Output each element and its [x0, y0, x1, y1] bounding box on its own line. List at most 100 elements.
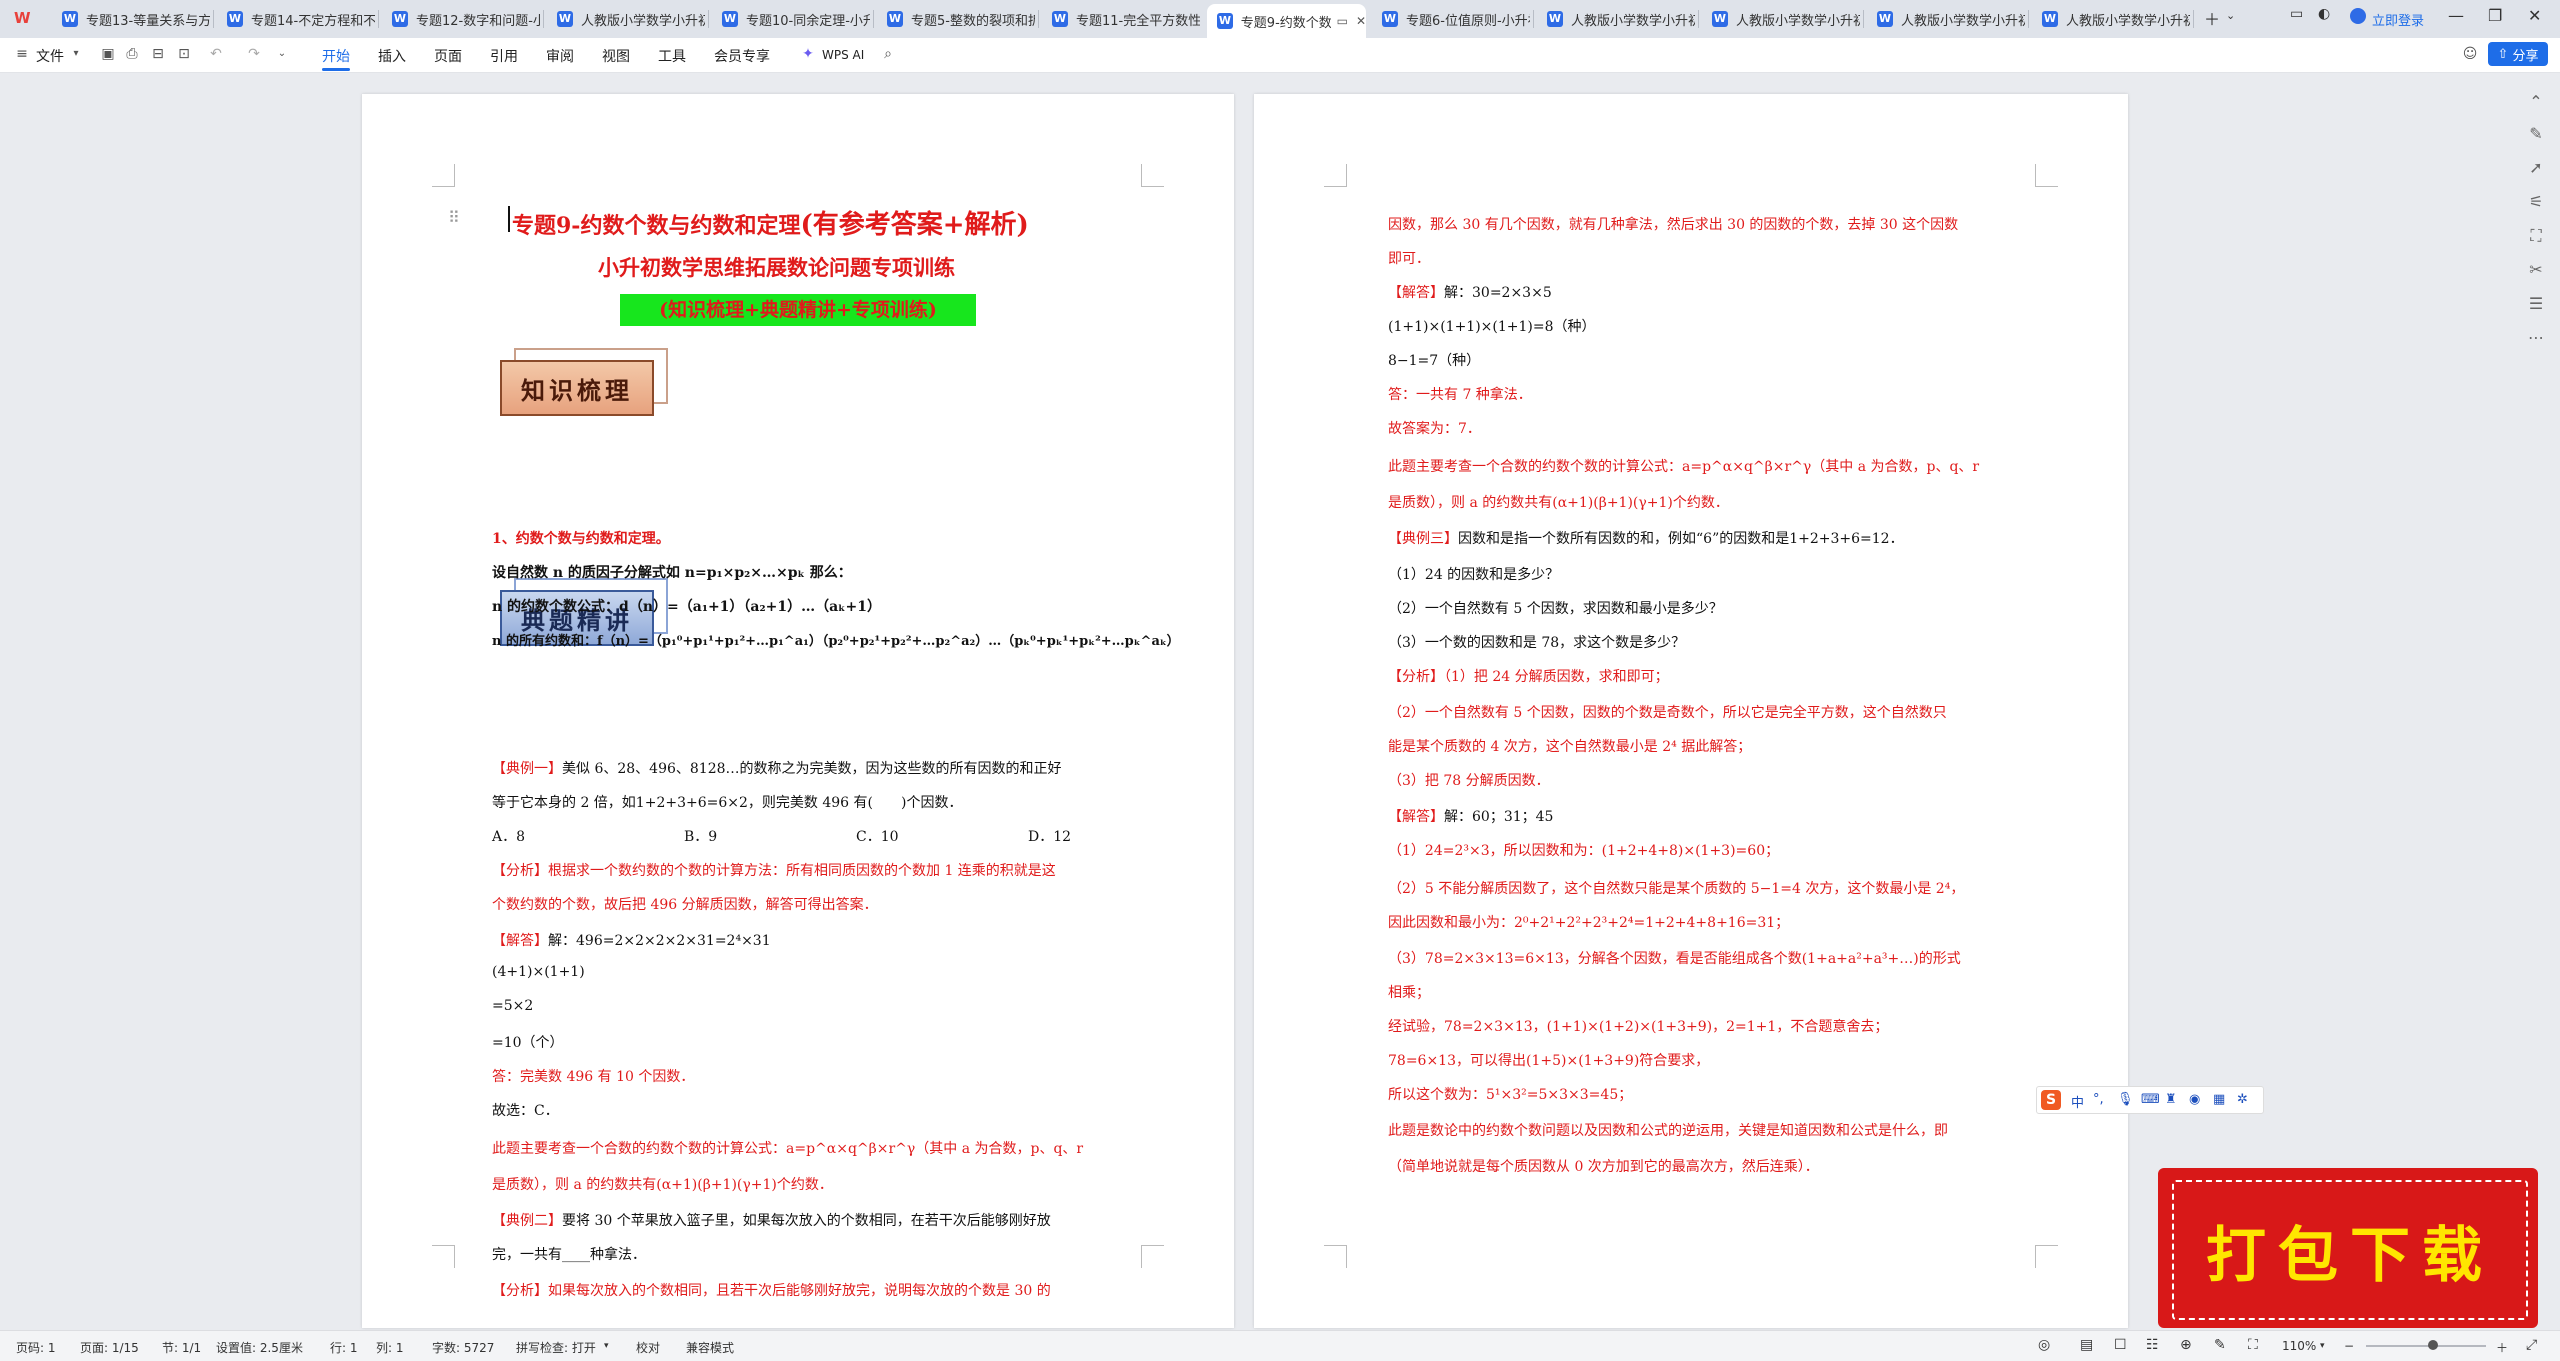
tab-separator — [1863, 10, 1864, 28]
read-mode-icon[interactable]: ▤ — [2080, 1337, 2093, 1353]
new-tab-icon[interactable]: ＋ — [2204, 6, 2220, 30]
file-menu-chevron-icon[interactable]: ▾ — [68, 46, 84, 62]
active-tab-underline — [322, 68, 350, 71]
text-line: （1）24 的因数和是多少？ — [1388, 567, 1560, 583]
spell-chevron-icon[interactable]: ▾ — [604, 1341, 609, 1351]
microphone-icon[interactable]: 🎙 — [2117, 1092, 2134, 1107]
print-icon[interactable]: ⊟ — [150, 46, 166, 62]
ime-punct[interactable]: °, — [2093, 1092, 2104, 1107]
format-settings-icon[interactable]: ⚟ — [2526, 192, 2546, 212]
text-line: n 的所有约数和：f（n）=（p₁⁰+p₁¹+p₁²+…p₁^a₁）（p₂⁰+p… — [492, 634, 1180, 649]
tab-12[interactable]: W 人教版小学数学小升初 — [1867, 4, 2026, 34]
hamburger-menu-icon[interactable]: ≡ — [14, 46, 30, 62]
fit-page-icon[interactable]: ⛶ — [2248, 1337, 2258, 1353]
settings-icon[interactable]: ✲ — [2237, 1092, 2248, 1107]
tab-2[interactable]: W 专题14-不定方程和不 — [217, 4, 376, 34]
tab-7[interactable]: W 专题11-完全平方数性 — [1042, 4, 1201, 34]
edit-pen-icon[interactable]: ✎ — [2526, 124, 2546, 144]
text-line: D．12 — [1028, 829, 1072, 845]
export-pdf-icon[interactable]: ⎙ — [124, 46, 140, 62]
status-word-count[interactable]: 字数: 5727 — [432, 1339, 494, 1356]
menu-item[interactable]: 页面 — [434, 46, 462, 66]
right-sidebar: ⌃ ✎ ➚ ⚟ ⛶ ✂ ☰ ⋯ — [2512, 72, 2560, 1322]
zoom-out-icon[interactable]: − — [2344, 1339, 2354, 1353]
tab-13[interactable]: W 人教版小学数学小升初 — [2032, 4, 2191, 34]
tab-3[interactable]: W 专题12-数字和问题-小 — [382, 4, 541, 34]
document-icon[interactable]: ☰ — [2526, 294, 2546, 314]
ime-mode[interactable]: 中 — [2071, 1092, 2084, 1111]
outline-view-icon[interactable]: ☷ — [2146, 1337, 2159, 1353]
tab-6[interactable]: W 专题5-整数的裂项和拆 — [877, 4, 1036, 34]
close-tab-icon[interactable]: ✕ — [1356, 14, 1366, 28]
tab-8[interactable]: W 专题9-约数个数 ▭ ✕ — [1207, 4, 1366, 38]
status-col[interactable]: 列: 1 — [376, 1339, 404, 1356]
wps-logo-icon[interactable]: W — [14, 9, 36, 29]
undo-icon[interactable]: ↶ — [208, 46, 224, 62]
text-line: (1+1)×(1+1)×(1+1)=8（种） — [1388, 319, 1596, 335]
menu-item[interactable]: 开始 — [322, 46, 350, 66]
tab-5[interactable]: W 专题10-同余定理-小升 — [712, 4, 871, 34]
tab-9[interactable]: W 专题6-位值原则-小升初 — [1372, 4, 1531, 34]
game-icon[interactable]: ◉ — [2189, 1092, 2200, 1107]
page-view-icon[interactable]: ☐ — [2114, 1337, 2127, 1353]
share-button[interactable]: ⇧ 分享 — [2488, 42, 2548, 66]
skin-shirt-icon[interactable]: ♜ — [2165, 1092, 2177, 1107]
skin-icon[interactable]: ◐ — [2318, 6, 2330, 22]
tab-11[interactable]: W 人教版小学数学小升初 — [1702, 4, 1861, 34]
eye-protection-icon[interactable]: ◎ — [2038, 1337, 2050, 1353]
wps-ai-button[interactable]: WPS AI — [822, 48, 864, 62]
menu-item[interactable]: 视图 — [602, 46, 630, 66]
toolbox-icon[interactable]: ▦ — [2213, 1092, 2225, 1107]
menu-item[interactable]: 审阅 — [546, 46, 574, 66]
tab-10[interactable]: W 人教版小学数学小升初 — [1537, 4, 1696, 34]
wps-ai-icon[interactable]: ✦ — [800, 46, 816, 62]
status-compat: 兼容模式 — [686, 1341, 735, 1355]
zoom-chevron-icon[interactable]: ▾ — [2320, 1341, 2325, 1351]
minimize-icon[interactable]: — — [2448, 6, 2464, 25]
window-layout-icon[interactable]: ▭ — [2290, 6, 2303, 22]
fullscreen-icon[interactable]: ⤢ — [2526, 1337, 2537, 1353]
collapse-sidebar-icon: ⌃ — [2529, 92, 2543, 111]
status-row[interactable]: 行: 1 — [330, 1339, 358, 1356]
zoom-level[interactable]: 110% — [2282, 1339, 2316, 1353]
menu-item[interactable]: 插入 — [378, 46, 406, 66]
restore-icon[interactable]: ❐ — [2488, 6, 2502, 25]
status-page[interactable]: 页面: 1/15 — [80, 1339, 139, 1356]
web-view-icon[interactable]: ⊕ — [2180, 1337, 2192, 1353]
menu-item[interactable]: 会员专享 — [714, 46, 770, 66]
save-icon[interactable]: ▣ — [100, 46, 116, 62]
status-spell-check[interactable]: 拼写检查: 打开 — [516, 1339, 596, 1356]
zoom-in-icon[interactable]: ＋ — [2496, 1339, 2508, 1356]
image-tools-icon[interactable]: ⛶ — [2526, 226, 2546, 246]
file-menu[interactable]: 文件 — [36, 46, 64, 66]
more-icon[interactable]: ⋯ — [2526, 328, 2546, 348]
select-cursor-icon[interactable]: ➚ — [2526, 158, 2546, 178]
write-mode-icon[interactable]: ✎ — [2214, 1337, 2226, 1353]
close-window-icon[interactable]: ✕ — [2528, 6, 2541, 25]
tab-4[interactable]: W 人教版小学数学小升初 — [547, 4, 706, 34]
status-proof[interactable]: 校对 — [636, 1339, 660, 1356]
login-link[interactable]: 立即登录 — [2372, 10, 2424, 29]
status-section[interactable]: 节: 1/1 — [162, 1339, 201, 1356]
print-preview-icon[interactable]: ⊡ — [176, 46, 192, 62]
ime-toolbar[interactable]: S 中 °, 🎙 ⌨ ♜ ◉ ▦ ✲ — [2036, 1086, 2264, 1114]
zoom-slider-track[interactable] — [2366, 1345, 2486, 1347]
tab-1[interactable]: W 专题13-等量关系与方 — [52, 4, 211, 34]
more-chevron-icon[interactable]: ⌄ — [274, 46, 290, 62]
tab-list-chevron-icon[interactable]: ⌄ — [2226, 9, 2235, 22]
zoom-slider-handle[interactable] — [2428, 1340, 2438, 1350]
search-icon[interactable]: ⌕ — [880, 46, 896, 62]
avatar-icon[interactable] — [2350, 8, 2366, 24]
redo-icon[interactable]: ↷ — [246, 46, 262, 62]
sogou-logo-icon[interactable]: S — [2041, 1090, 2061, 1110]
screen-icon[interactable]: ▭ — [1337, 14, 1348, 28]
text-line: 【典例一】美似 6、28、496、8128…的数称之为完美数，因为这些数的所有因… — [492, 761, 1062, 777]
tools-icon[interactable]: ✂ — [2526, 260, 2546, 280]
keyboard-icon[interactable]: ⌨ — [2141, 1092, 2160, 1107]
status-page-code[interactable]: 页码: 1 — [16, 1339, 56, 1356]
download-badge[interactable]: 打包下载 — [2158, 1168, 2538, 1328]
collaborate-icon[interactable]: ☺ — [2462, 46, 2478, 62]
menu-item[interactable]: 引用 — [490, 46, 518, 66]
menu-item[interactable]: 工具 — [658, 46, 686, 66]
status-setting[interactable]: 设置值: 2.5厘米 — [216, 1339, 303, 1356]
